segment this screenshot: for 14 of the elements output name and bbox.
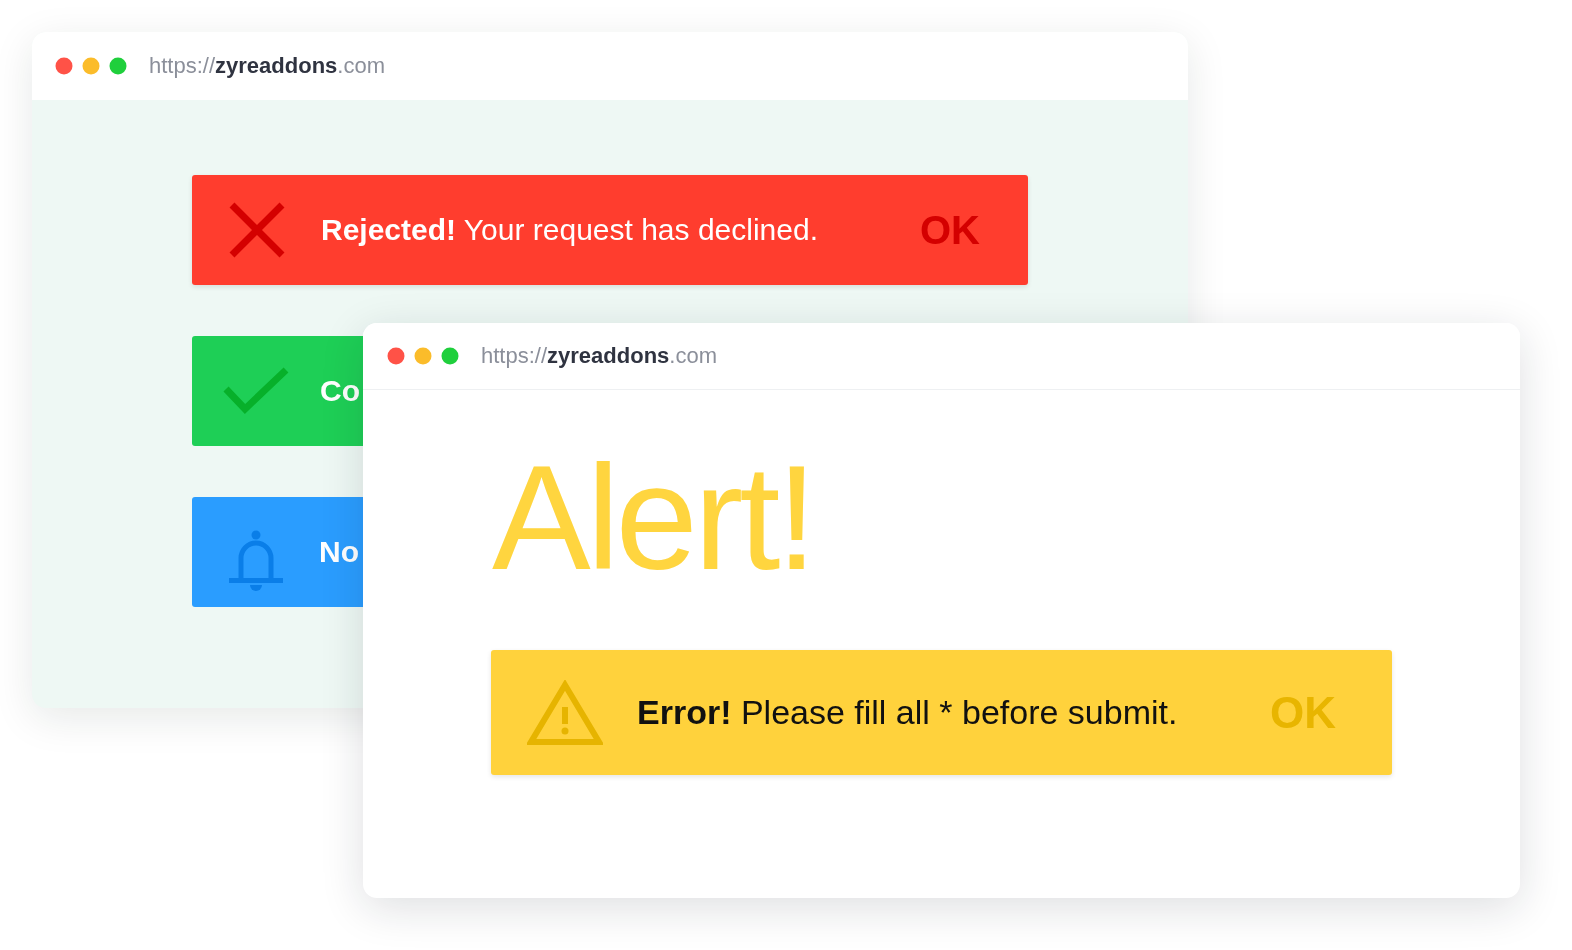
alert-message: Error! Please fill all * before submit.	[637, 693, 1179, 732]
warning-icon	[527, 679, 603, 746]
alert-heading: Alert!	[492, 444, 814, 592]
url-text: https://zyreaddons.com	[149, 53, 385, 79]
alert-message: Rejected! Your request has declined.	[321, 213, 819, 247]
window-controls-icon[interactable]	[387, 347, 459, 365]
ok-button[interactable]: OK	[920, 207, 980, 253]
url-text: https://zyreaddons.com	[481, 343, 717, 369]
close-icon	[229, 202, 285, 258]
alert-message: No	[319, 535, 360, 569]
alert-message: Co	[320, 374, 361, 408]
checkmark-icon	[223, 366, 289, 416]
window-controls-icon[interactable]	[55, 57, 127, 75]
ok-button[interactable]: OK	[1270, 687, 1336, 738]
